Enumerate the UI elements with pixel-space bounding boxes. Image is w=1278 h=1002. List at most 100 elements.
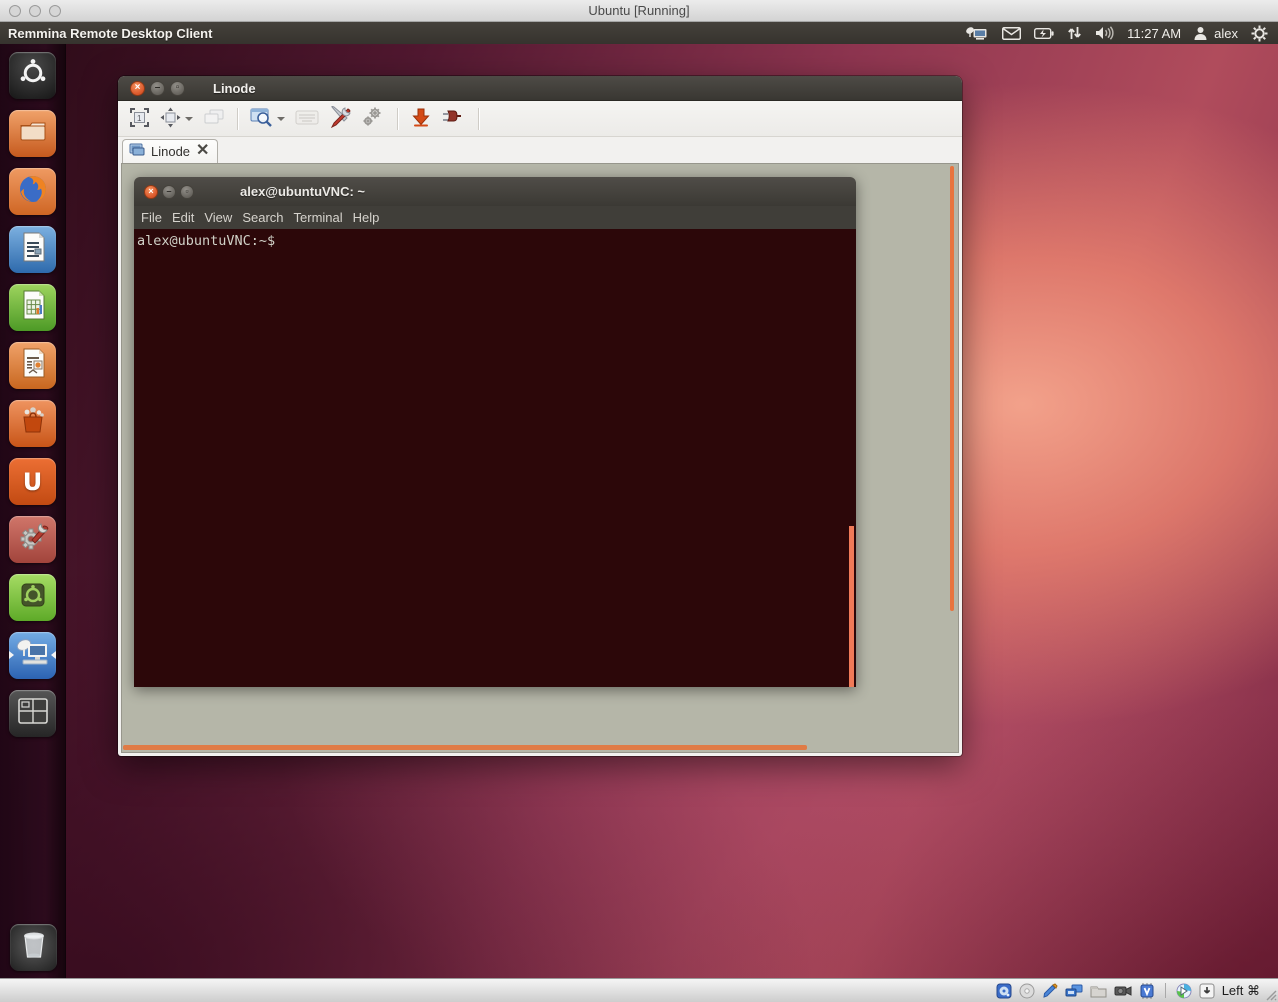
scaled-mode-button[interactable] xyxy=(156,104,197,134)
launcher-item-remmina[interactable] xyxy=(9,632,56,679)
remote-desktop-indicator-icon[interactable] xyxy=(965,26,989,41)
remote-desktop-view[interactable]: × – ▫ alex@ubuntuVNC: ~ File Edit View S… xyxy=(121,163,959,753)
grab-keyboard-button[interactable] xyxy=(291,104,323,134)
ubuntu-top-panel: Remmina Remote Desktop Client 11:27 AM xyxy=(0,22,1278,44)
features-chip-icon[interactable] xyxy=(1139,983,1155,999)
connection-tab-linode[interactable]: Linode ✕ xyxy=(122,139,218,163)
terminal-close-button[interactable]: × xyxy=(144,185,158,199)
unity-launcher: U xyxy=(0,44,66,978)
shared-folders-icon[interactable] xyxy=(1090,984,1107,998)
resize-grip[interactable] xyxy=(1264,988,1277,1001)
volume-icon[interactable] xyxy=(1095,26,1114,40)
preferences-gears-button[interactable] xyxy=(357,104,389,134)
panel-username[interactable]: alex xyxy=(1214,26,1238,41)
session-gear-icon[interactable] xyxy=(1251,25,1268,42)
workspace-switcher-icon xyxy=(17,697,49,730)
menu-help[interactable]: Help xyxy=(353,210,389,225)
launcher-item-trash[interactable] xyxy=(10,924,57,971)
toolbar-separator xyxy=(237,108,238,130)
terminal-body[interactable]: alex@ubuntuVNC:~$ xyxy=(134,229,856,687)
virtualbox-statusbar: Left ⌘ xyxy=(0,978,1278,1002)
mouse-integration-icon xyxy=(1176,983,1192,999)
tools-button[interactable] xyxy=(325,104,355,134)
chevron-down-icon[interactable] xyxy=(185,117,193,121)
network-adapters-icon[interactable] xyxy=(1065,983,1083,999)
writer-document-icon xyxy=(19,231,47,268)
remmina-titlebar[interactable]: × – ▫ Linode xyxy=(118,76,962,101)
terminal-titlebar[interactable]: × – ▫ alex@ubuntuVNC: ~ xyxy=(134,177,856,206)
launcher-item-firefox[interactable] xyxy=(9,168,56,215)
preferences-gears-icon xyxy=(361,106,385,131)
launcher-item-files[interactable] xyxy=(9,110,56,157)
hard-disks-icon[interactable] xyxy=(996,983,1012,999)
focused-indicator-icon xyxy=(51,651,56,659)
screenshot-zoom-button[interactable] xyxy=(246,104,289,134)
launcher-item-libreoffice-impress[interactable] xyxy=(9,342,56,389)
terminal-maximize-button[interactable]: ▫ xyxy=(180,185,194,199)
remote-screen-icon xyxy=(129,143,145,161)
mac-titlebar: Ubuntu [Running] xyxy=(0,0,1278,22)
settings-gear-wrench-icon xyxy=(16,520,50,559)
window-maximize-button[interactable]: ▫ xyxy=(170,81,185,96)
toolbar-separator xyxy=(478,108,479,130)
minimize-to-tray-button[interactable] xyxy=(406,104,436,134)
viewport-fullscreen-button[interactable]: 1 xyxy=(124,104,154,134)
launcher-item-system-settings[interactable] xyxy=(9,516,56,563)
window-close-button[interactable]: × xyxy=(130,81,145,96)
running-indicator-icon xyxy=(9,651,14,659)
folder-icon xyxy=(17,117,49,150)
battery-icon[interactable] xyxy=(1034,28,1054,39)
remmina-vertical-scrollbar[interactable] xyxy=(950,166,954,611)
launcher-item-dash-home[interactable] xyxy=(9,52,56,99)
launcher-item-ubuntu-one[interactable]: U xyxy=(9,458,56,505)
network-traffic-icon[interactable] xyxy=(1067,26,1082,40)
menu-file[interactable]: File xyxy=(141,210,171,225)
ubuntu-dash-icon xyxy=(18,58,48,93)
tools-icon xyxy=(329,106,351,131)
ubuntu-desktop: Remmina Remote Desktop Client 11:27 AM xyxy=(0,22,1278,978)
terminal-scrollbar[interactable] xyxy=(849,526,854,687)
usb-devices-icon[interactable] xyxy=(1042,983,1058,999)
menu-edit[interactable]: Edit xyxy=(172,210,203,225)
user-icon[interactable] xyxy=(1194,26,1207,40)
panel-app-title: Remmina Remote Desktop Client xyxy=(8,26,212,41)
tab-label: Linode xyxy=(151,144,190,159)
screenshot-zoom-icon xyxy=(250,107,273,130)
launcher-item-software-center[interactable] xyxy=(9,400,56,447)
launcher-item-libreoffice-calc[interactable] xyxy=(9,284,56,331)
terminal-minimize-button[interactable]: – xyxy=(162,185,176,199)
red-down-arrow-icon xyxy=(411,107,431,130)
keyboard-capture-icon xyxy=(1199,983,1215,999)
viewport-fullscreen-icon: 1 xyxy=(129,107,150,131)
system-testing-icon xyxy=(17,579,49,616)
tab-close-icon[interactable]: ✕ xyxy=(196,143,209,159)
virtualbox-vm-window: Ubuntu [Running] Remmina Remote Desktop … xyxy=(0,0,1278,1002)
remmina-icon xyxy=(15,637,51,674)
menu-search[interactable]: Search xyxy=(242,210,292,225)
chevron-down-icon[interactable] xyxy=(277,117,285,121)
calc-spreadsheet-icon xyxy=(19,289,47,326)
panel-clock[interactable]: 11:27 AM xyxy=(1127,26,1181,41)
optical-disc-icon[interactable] xyxy=(1019,983,1035,999)
trash-icon xyxy=(20,929,48,966)
shell-prompt: alex@ubuntuVNC:~$ xyxy=(137,233,275,249)
duplicate-connection-icon xyxy=(203,108,225,129)
launcher-item-system-testing[interactable] xyxy=(9,574,56,621)
duplicate-connection-button[interactable] xyxy=(199,104,229,134)
disconnect-plug-icon xyxy=(442,108,466,129)
window-minimize-button[interactable]: – xyxy=(150,81,165,96)
remmina-horizontal-scrollbar[interactable] xyxy=(123,745,807,750)
menu-terminal[interactable]: Terminal xyxy=(294,210,352,225)
svg-text:1: 1 xyxy=(137,114,142,123)
mail-icon[interactable] xyxy=(1002,27,1021,40)
display-icon[interactable] xyxy=(1114,984,1132,998)
software-center-bag-icon xyxy=(17,405,49,442)
statusbar-separator xyxy=(1165,983,1166,998)
menu-view[interactable]: View xyxy=(204,210,241,225)
ubuntu-one-icon: U xyxy=(23,468,43,496)
toolbar-separator xyxy=(397,108,398,130)
launcher-item-workspace-switcher[interactable] xyxy=(9,690,56,737)
launcher-item-libreoffice-writer[interactable] xyxy=(9,226,56,273)
disconnect-button[interactable] xyxy=(438,104,470,134)
terminal-menubar: File Edit View Search Terminal Help xyxy=(134,206,856,229)
